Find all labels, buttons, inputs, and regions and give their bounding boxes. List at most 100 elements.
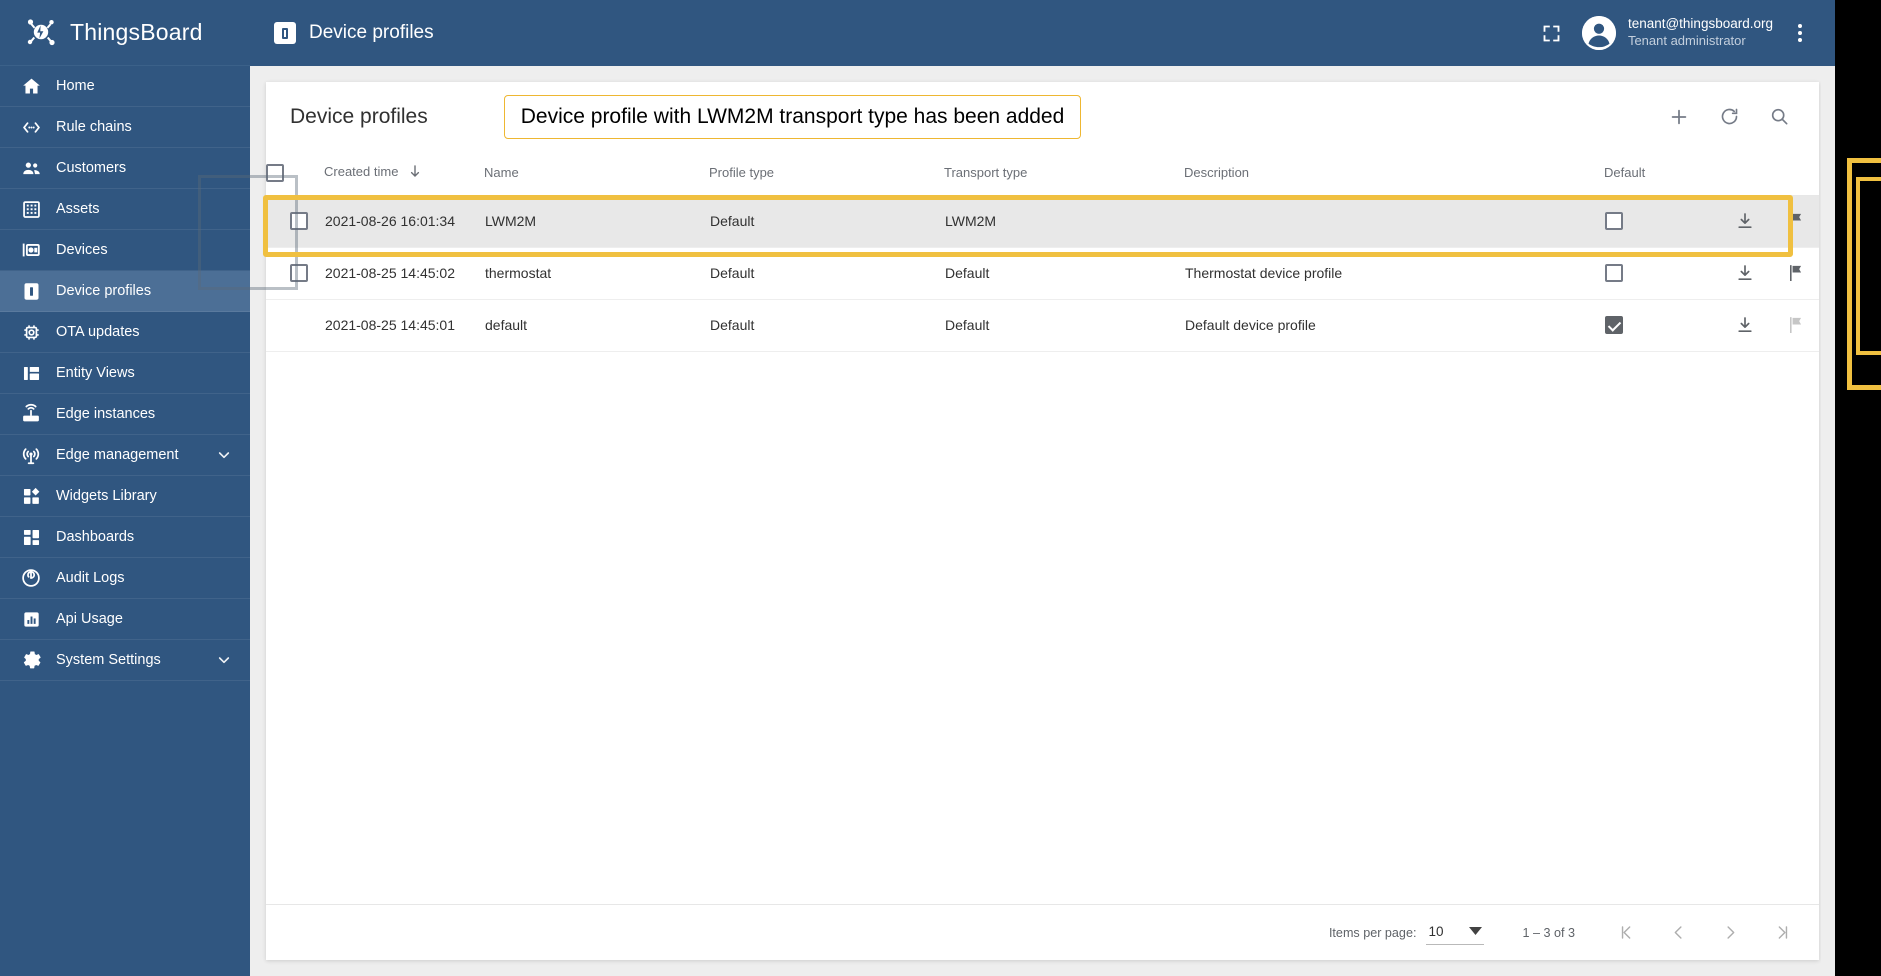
sidebar-item-ota-updates[interactable]: OTA updates (0, 312, 250, 353)
sidebar-item-devices[interactable]: Devices (0, 230, 250, 271)
table-body: 2021-08-26 16:01:34 LWM2M Default LWM2M 2021… (266, 195, 1819, 352)
audit-logs-icon (20, 567, 42, 589)
download-icon[interactable] (1735, 313, 1755, 337)
cell-created-time: 2021-08-25 14:45:02 (324, 247, 484, 300)
page-range-label: 1 – 3 of 3 (1522, 925, 1575, 940)
cell-default (1604, 247, 1734, 300)
sidebar-item-audit-logs[interactable]: Audit Logs (0, 558, 250, 599)
table-row[interactable]: 2021-08-25 14:45:01 default Default Default… (266, 299, 1819, 352)
home-icon (20, 75, 42, 97)
flag-icon[interactable] (1785, 209, 1805, 233)
sidebar-item-widgets-library[interactable]: Widgets Library (0, 476, 250, 517)
thingsboard-app: ThingsBoard Home Rule chains Customers Asse… (0, 0, 1835, 976)
prev-page-button[interactable] (1663, 918, 1693, 948)
rule-chains-icon (20, 116, 42, 138)
user-menu[interactable]: tenant@thingsboard.org Tenant administra… (1581, 16, 1773, 50)
card-header: Device profiles Device profile with LWM2… (266, 82, 1819, 151)
next-page-button[interactable] (1715, 918, 1745, 948)
sidebar-item-rule-chains[interactable]: Rule chains (0, 107, 250, 148)
sidebar-item-edge-management[interactable]: Edge management (0, 435, 250, 476)
cell-name: default (484, 299, 709, 352)
page-title: Device profiles (309, 22, 434, 43)
sidebar-item-home[interactable]: Home (0, 66, 250, 107)
card-title: Device profiles (290, 104, 428, 128)
download-icon[interactable] (1735, 209, 1755, 233)
row-select-cell (266, 299, 324, 352)
default-checkbox[interactable] (1605, 316, 1623, 335)
cell-description: Default device profile (1184, 299, 1604, 352)
user-email: tenant@thingsboard.org (1627, 16, 1773, 32)
cell-default (1604, 195, 1734, 248)
header-transport-type[interactable]: Transport type (944, 151, 1184, 196)
chevron-down-icon[interactable] (216, 652, 232, 668)
cell-actions (1734, 247, 1819, 300)
more-vert-icon[interactable] (1783, 13, 1817, 53)
select-all-checkbox[interactable] (266, 163, 284, 182)
table-head: Created time Name Profile type Transport… (266, 151, 1819, 196)
screenshot-gutter (1835, 0, 1881, 976)
header-profile-type[interactable]: Profile type (709, 151, 944, 196)
sidebar-item-api-usage[interactable]: Api Usage (0, 599, 250, 640)
header-created-time[interactable]: Created time (324, 151, 484, 196)
cell-profile-type: Default (709, 247, 944, 300)
brand-name: ThingsBoard (70, 19, 203, 45)
user-info: tenant@thingsboard.org Tenant administra… (1628, 16, 1773, 49)
cell-name: LWM2M (484, 195, 709, 248)
chevron-down-icon[interactable] (216, 447, 232, 463)
row-select-cell (266, 195, 324, 248)
header-default[interactable]: Default (1604, 151, 1734, 196)
sidebar-item-device-profiles[interactable]: Device profiles (0, 271, 250, 312)
sidebar-item-dashboards[interactable]: Dashboards (0, 517, 250, 558)
sidebar-item-system-settings[interactable]: System Settings (0, 640, 250, 681)
row-action-group (1735, 313, 1818, 337)
cell-name: thermostat (484, 247, 709, 300)
paginator-buttons (1611, 918, 1797, 948)
sidebar-item-label: Widgets Library (56, 488, 157, 504)
items-per-page-select[interactable]: 10 (1426, 920, 1485, 945)
download-icon[interactable] (1735, 261, 1755, 285)
sidebar-item-assets[interactable]: Assets (0, 189, 250, 230)
assets-icon (20, 198, 42, 220)
first-page-button[interactable] (1611, 918, 1641, 948)
dashboards-icon (20, 526, 42, 548)
search-button[interactable] (1761, 99, 1797, 135)
refresh-button[interactable] (1711, 99, 1747, 135)
device-profiles-table: Created time Name Profile type Transport… (266, 151, 1819, 352)
cell-created-time: 2021-08-25 14:45:01 (324, 299, 484, 352)
add-device-profile-button[interactable] (1661, 99, 1697, 135)
widgets-library-icon (20, 485, 42, 507)
edge-management-icon (20, 444, 42, 466)
table-row[interactable]: 2021-08-26 16:01:34 LWM2M Default LWM2M (266, 195, 1819, 248)
sidebar-item-edge-instances[interactable]: Edge instances (0, 394, 250, 435)
table-row[interactable]: 2021-08-25 14:45:02 thermostat Default Defa… (266, 247, 1819, 300)
thingsboard-logo-icon (24, 16, 58, 50)
default-checkbox[interactable] (1605, 212, 1623, 231)
account-circle-icon (1581, 16, 1616, 50)
main-area: Device profiles tenant@thingsboard.org T… (250, 0, 1835, 976)
device-profiles-icon (20, 280, 42, 302)
sidebar-item-label: Dashboards (56, 529, 135, 545)
header-name[interactable]: Name (484, 151, 709, 196)
last-page-button[interactable] (1767, 918, 1797, 948)
entity-views-icon (20, 362, 42, 384)
cell-transport-type: LWM2M (944, 195, 1184, 248)
content-region: Device profiles Device profile with LWM2… (250, 66, 1835, 976)
sidebar-item-entity-views[interactable]: Entity Views (0, 353, 250, 394)
header-actions (1734, 151, 1819, 196)
flag-icon[interactable] (1785, 261, 1805, 285)
header-description[interactable]: Description (1184, 151, 1604, 196)
row-select-checkbox[interactable] (290, 212, 308, 231)
fullscreen-icon[interactable] (1532, 13, 1572, 53)
sidebar-item-label: Device profiles (56, 283, 152, 299)
cell-profile-type: Default (709, 195, 944, 248)
cell-actions (1734, 299, 1819, 352)
card-header-actions (1661, 99, 1797, 135)
brand[interactable]: ThingsBoard (0, 0, 250, 66)
api-usage-icon (20, 608, 42, 630)
scrollbar-track[interactable] (1821, 66, 1835, 976)
header-select-all-cell (266, 151, 324, 196)
row-select-checkbox[interactable] (290, 264, 308, 283)
default-checkbox[interactable] (1605, 264, 1623, 283)
sidebar-item-customers[interactable]: Customers (0, 148, 250, 189)
items-per-page-value: 10 (1428, 923, 1444, 939)
